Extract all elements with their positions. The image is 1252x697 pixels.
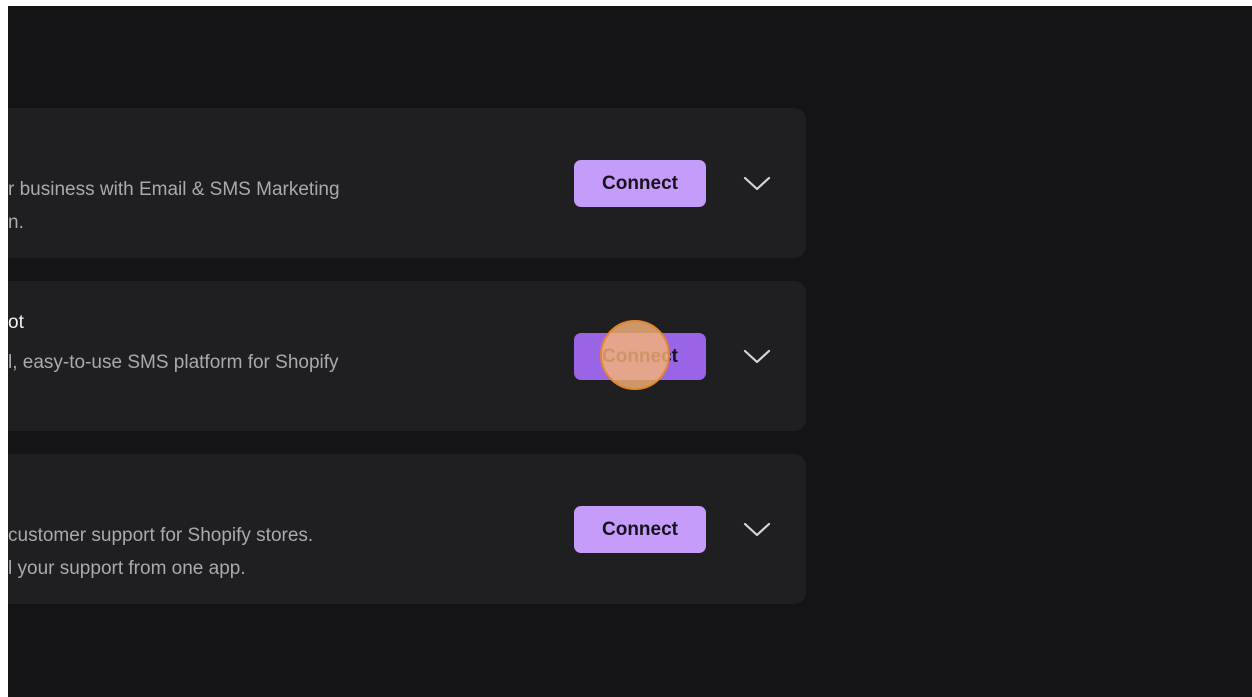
connect-button[interactable]: Connect — [574, 506, 706, 553]
expand-toggle[interactable] — [742, 170, 772, 196]
expand-toggle[interactable] — [742, 516, 772, 542]
integration-description: customer support for Shopify stores. l y… — [8, 519, 313, 585]
integration-description: l, easy-to-use SMS platform for Shopify — [8, 346, 339, 379]
connect-button[interactable]: Connect — [574, 333, 706, 380]
integration-description-line: l, easy-to-use SMS platform for Shopify — [8, 352, 339, 373]
chevron-down-icon — [743, 349, 771, 364]
integration-description-line: customer support for Shopify stores. — [8, 525, 314, 546]
connect-button[interactable]: Connect — [574, 160, 706, 207]
integration-description-line: r business with Email & SMS Marketing — [8, 179, 340, 200]
integration-card: customer support for Shopify stores. l y… — [8, 454, 806, 604]
chevron-down-icon — [743, 522, 771, 537]
integration-description-line: n. — [8, 212, 24, 233]
expand-toggle[interactable] — [742, 343, 772, 369]
app-viewport: r business with Email & SMS Marketing n.… — [8, 6, 1252, 697]
integration-description-line: l your support from one app. — [8, 558, 246, 579]
chevron-down-icon — [743, 176, 771, 191]
integration-description: r business with Email & SMS Marketing n. — [8, 173, 340, 239]
integration-title: ot — [8, 312, 24, 333]
integration-card: ot l, easy-to-use SMS platform for Shopi… — [8, 281, 806, 431]
integration-card: r business with Email & SMS Marketing n.… — [8, 108, 806, 258]
